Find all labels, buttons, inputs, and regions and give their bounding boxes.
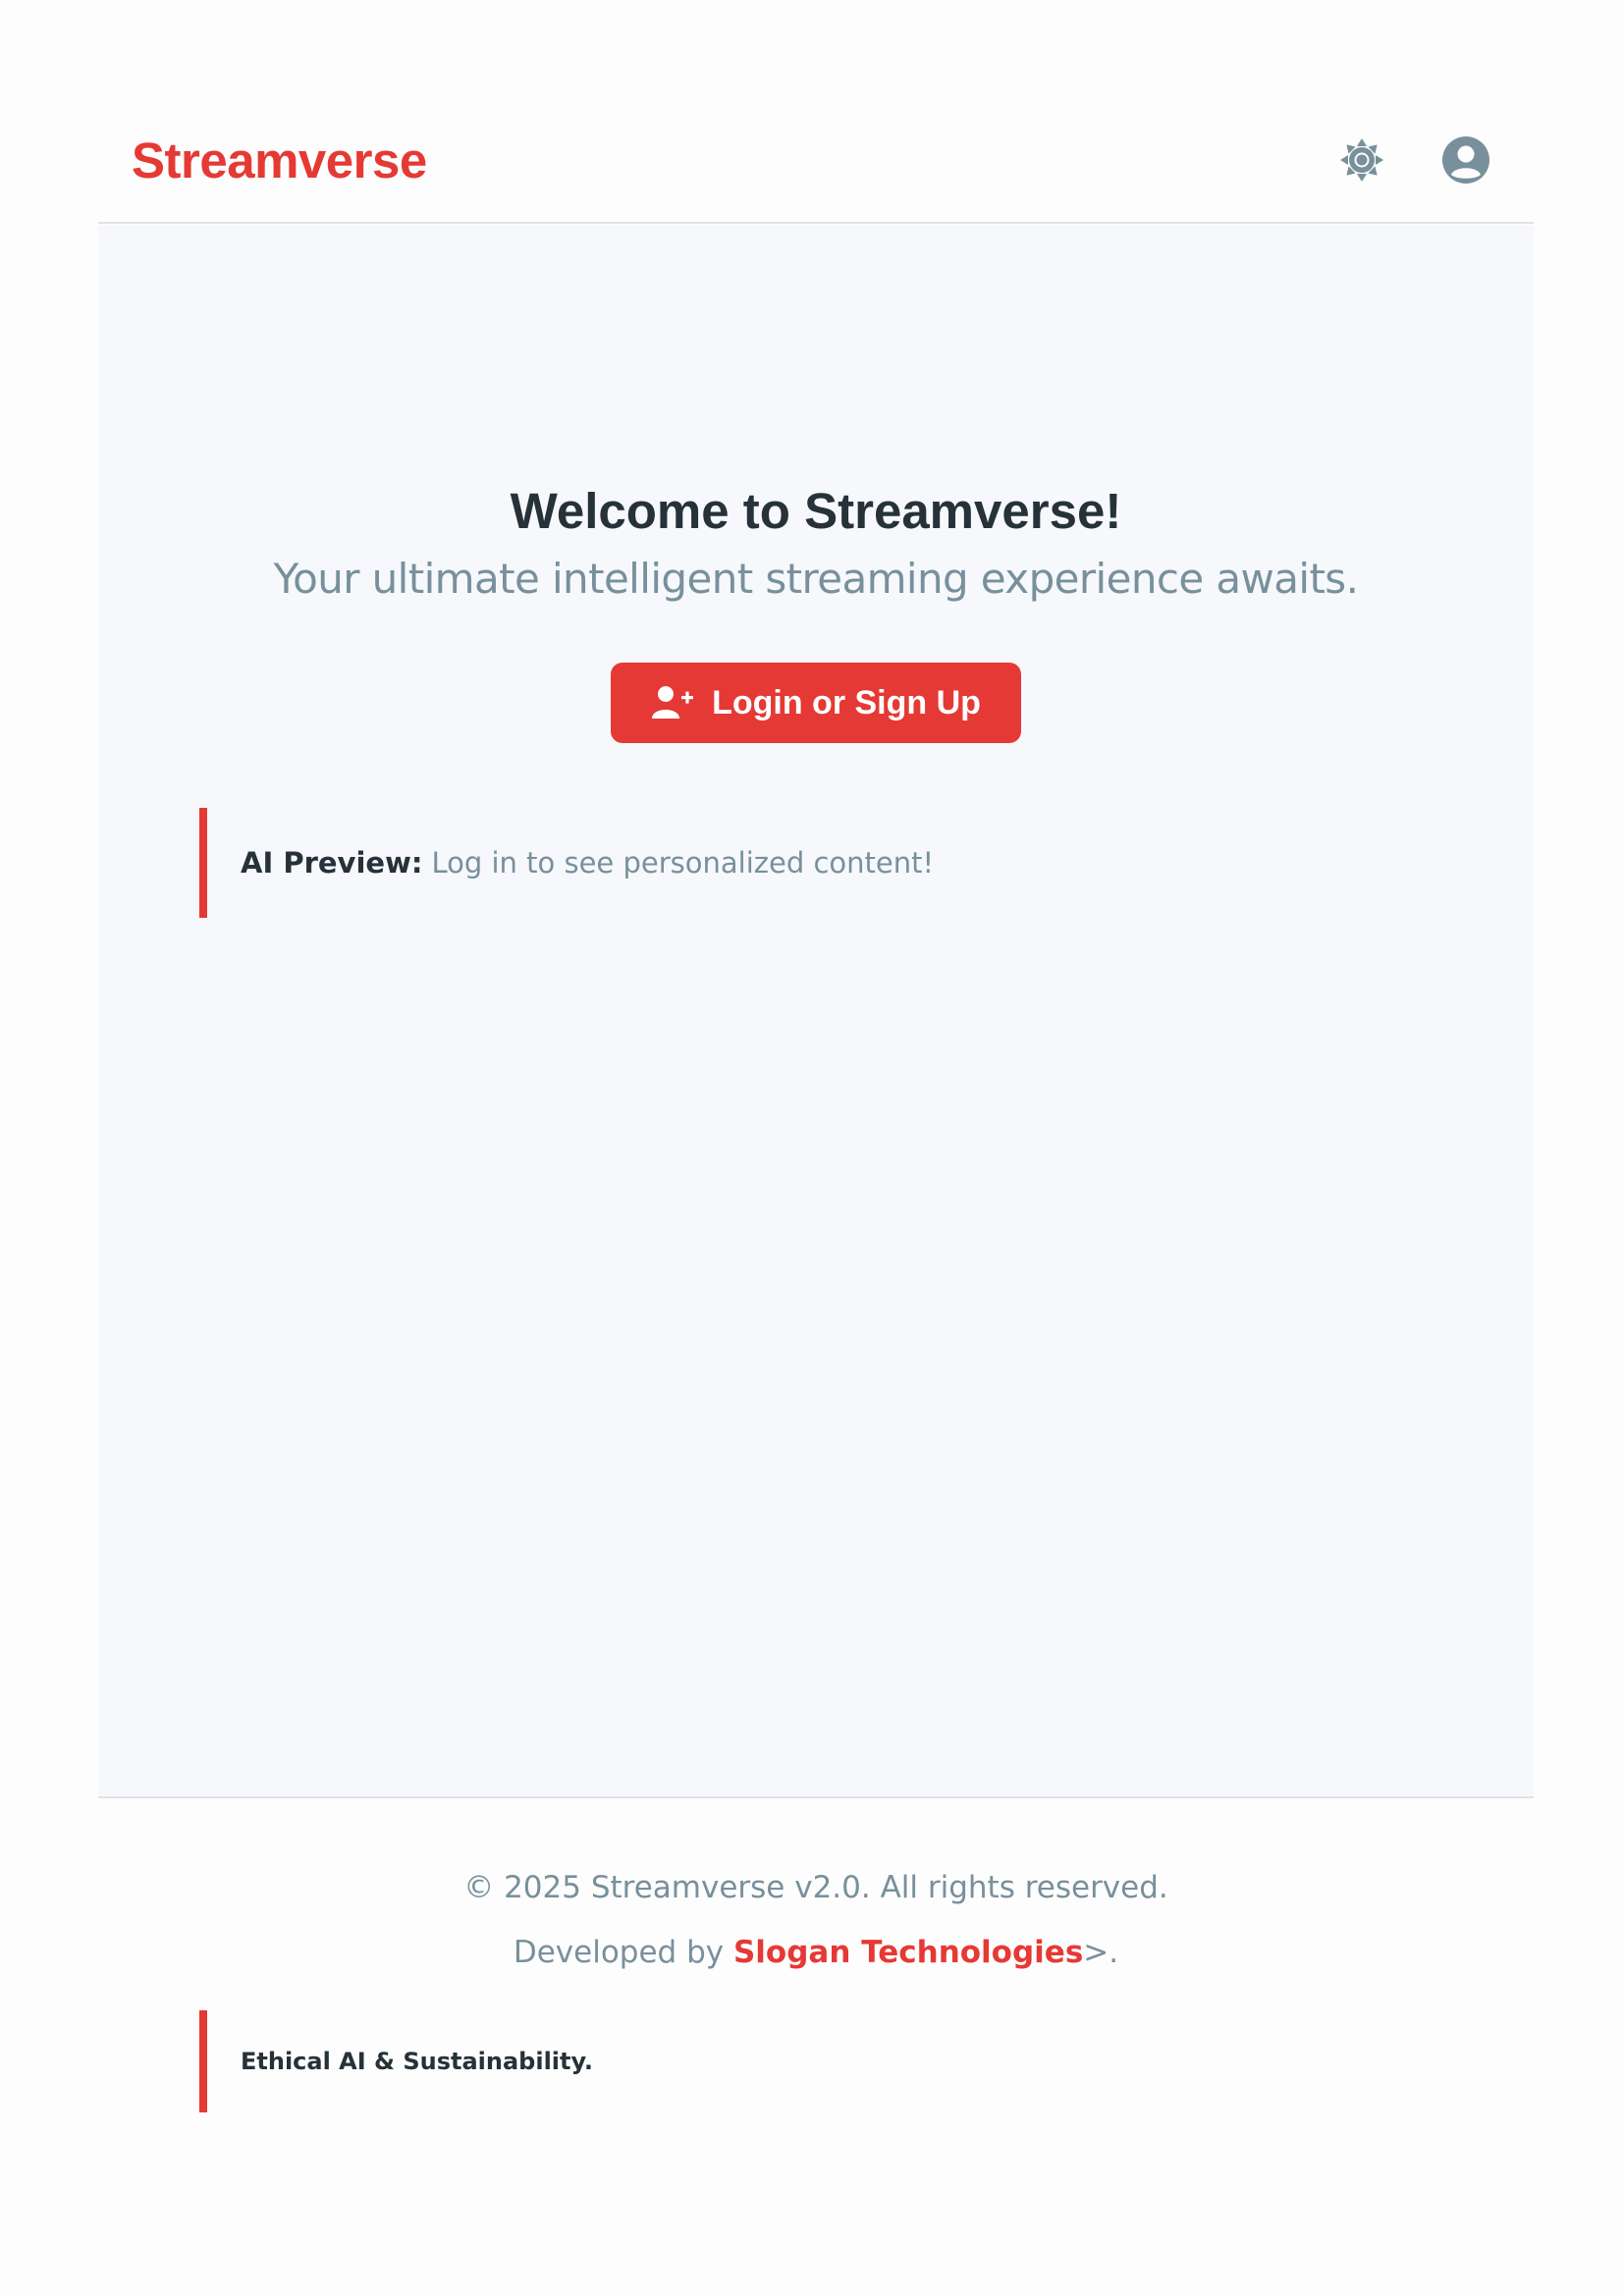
- main-content: Welcome to Streamverse! Your ultimate in…: [98, 225, 1534, 1798]
- developed-by-text: Developed by Slogan Technologies>.: [98, 1935, 1534, 1970]
- ai-preview-label: AI Preview:: [241, 846, 423, 880]
- login-signup-button[interactable]: Login or Sign Up: [611, 663, 1021, 743]
- user-plus-icon: [652, 686, 694, 719]
- top-header: Streamverse: [98, 94, 1534, 224]
- sun-icon: [1340, 138, 1383, 182]
- page-footer: © 2025 Streamverse v2.0. All rights rese…: [98, 1799, 1534, 2296]
- app-frame: Streamverse Welcome to Streamverse! Your…: [98, 0, 1534, 2296]
- ai-preview-callout: AI Preview: Log in to see personalized c…: [199, 808, 1083, 918]
- ethics-text: Ethical AI & Sustainability.: [241, 2048, 594, 2075]
- ethics-callout: Ethical AI & Sustainability.: [199, 2010, 887, 2112]
- ai-preview-text: Log in to see personalized content!: [431, 846, 935, 880]
- user-circle-icon: [1442, 136, 1489, 184]
- developed-suffix: >.: [1083, 1935, 1119, 1970]
- welcome-title: Welcome to Streamverse!: [510, 483, 1122, 539]
- account-button[interactable]: [1439, 133, 1492, 187]
- copyright-text: © 2025 Streamverse v2.0. All rights rese…: [463, 1870, 1168, 1905]
- login-button-label: Login or Sign Up: [712, 683, 981, 721]
- developed-prefix: Developed by: [513, 1935, 733, 1970]
- app-logo[interactable]: Streamverse: [132, 132, 427, 189]
- developer-link[interactable]: Slogan Technologies: [733, 1935, 1083, 1970]
- welcome-subtitle: Your ultimate intelligent streaming expe…: [273, 555, 1359, 603]
- theme-toggle-button[interactable]: [1335, 133, 1388, 187]
